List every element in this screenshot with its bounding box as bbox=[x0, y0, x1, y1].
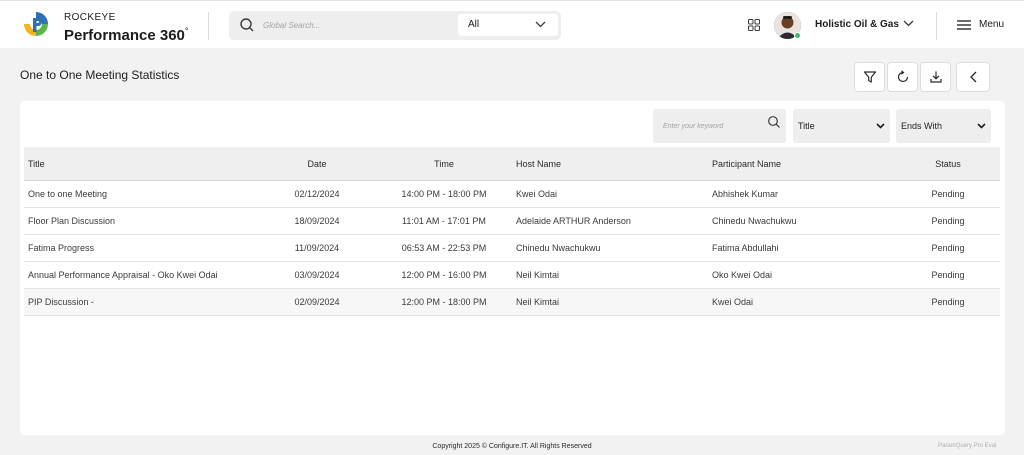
chevron-down-icon bbox=[876, 123, 885, 129]
table-header: Title Date Time Host Name Participant Na… bbox=[24, 147, 1000, 181]
cell-host-name: Kwei Odai bbox=[516, 189, 558, 199]
filter-button[interactable] bbox=[854, 62, 885, 92]
cell-status: Pending bbox=[931, 216, 965, 226]
back-button[interactable] bbox=[956, 62, 990, 92]
cell-participant-name: Abhishek Kumar bbox=[712, 189, 779, 199]
cell-date: 11/09/2024 bbox=[294, 243, 340, 253]
search-scope-select[interactable]: All bbox=[458, 14, 558, 36]
column-header-date[interactable]: Date bbox=[267, 147, 367, 180]
download-icon bbox=[930, 71, 942, 83]
cell-title: PIP Discussion - bbox=[28, 297, 94, 307]
filter-operator-select[interactable]: Ends With bbox=[896, 109, 991, 143]
download-button[interactable] bbox=[920, 62, 951, 92]
cell-title: Floor Plan Discussion bbox=[28, 216, 116, 226]
cell-time: 06:53 AM - 22:53 PM bbox=[401, 243, 487, 253]
cell-participant-name: Kwei Odai bbox=[712, 297, 754, 307]
cell-participant-name: Oko Kwei Odai bbox=[712, 270, 773, 280]
hamburger-icon bbox=[957, 20, 971, 30]
search-icon[interactable] bbox=[767, 115, 781, 129]
menu-label: Menu bbox=[979, 19, 1005, 30]
apps-grid-icon[interactable] bbox=[748, 19, 760, 31]
cell-host-name: Adelaide ARTHUR Anderson bbox=[516, 216, 631, 226]
cell-time: 12:00 PM - 16:00 PM bbox=[401, 270, 487, 280]
table-row[interactable]: PIP Discussion - 02/09/2024 12:00 PM - 1… bbox=[24, 289, 1000, 316]
footer-copyright: Copyright 2025 © Configure.IT. All Right… bbox=[432, 443, 592, 450]
table-row[interactable]: Fatima Progress 11/09/2024 06:53 AM - 22… bbox=[24, 235, 1000, 262]
rockeye-logo-icon[interactable] bbox=[22, 10, 50, 38]
cell-status: Pending bbox=[931, 270, 965, 280]
top-header: ROCKEYE Performance 360° All Holistic Oi… bbox=[0, 0, 1024, 48]
filter-icon bbox=[863, 71, 877, 83]
column-header-status[interactable]: Status bbox=[917, 147, 979, 180]
cell-title: One to one Meeting bbox=[28, 189, 108, 199]
brand: ROCKEYE Performance 360° bbox=[64, 12, 189, 44]
column-header-host-name[interactable]: Host Name bbox=[516, 147, 701, 180]
search-scope-value: All bbox=[468, 19, 480, 30]
meetings-card: Title Ends With Title Date Time Host Nam… bbox=[20, 101, 1005, 435]
cell-status: Pending bbox=[931, 189, 965, 199]
header-divider bbox=[936, 12, 937, 40]
cell-status: Pending bbox=[931, 297, 965, 307]
cell-date: 02/09/2024 bbox=[294, 297, 340, 307]
filter-operator-value: Ends With bbox=[901, 121, 943, 131]
cell-host-name: Neil Kimtai bbox=[516, 270, 560, 280]
header-divider bbox=[208, 12, 209, 40]
chevron-down-icon bbox=[535, 21, 546, 28]
filter-field-value: Title bbox=[798, 121, 815, 131]
refresh-button[interactable] bbox=[887, 62, 918, 92]
brand-main-text: Performance 360 bbox=[64, 27, 185, 44]
brand-suffix: ° bbox=[184, 26, 189, 36]
cell-date: 02/12/2024 bbox=[294, 189, 340, 199]
chevron-down-icon bbox=[977, 123, 986, 129]
table-row[interactable]: Annual Performance Appraisal - Oko Kwei … bbox=[24, 262, 1000, 289]
table-row[interactable]: Floor Plan Discussion 18/09/2024 11:01 A… bbox=[24, 208, 1000, 235]
cell-time: 12:00 PM - 18:00 PM bbox=[401, 297, 487, 307]
cell-date: 18/09/2024 bbox=[294, 216, 340, 226]
cell-host-name: Chinedu Nwachukwu bbox=[516, 243, 601, 253]
keyword-input[interactable] bbox=[663, 119, 763, 134]
online-status-dot bbox=[794, 32, 801, 39]
brand-top: ROCKEYE bbox=[64, 12, 116, 23]
search-icon[interactable] bbox=[239, 17, 255, 33]
cell-title: Fatima Progress bbox=[28, 243, 95, 253]
cell-participant-name: Chinedu Nwachukwu bbox=[712, 216, 797, 226]
cell-host-name: Neil Kimtai bbox=[516, 297, 560, 307]
column-header-time[interactable]: Time bbox=[394, 147, 494, 180]
keyword-search-box bbox=[653, 109, 786, 143]
table-row[interactable]: One to one Meeting 02/12/2024 14:00 PM -… bbox=[24, 181, 1000, 208]
page-title: One to One Meeting Statistics bbox=[20, 68, 180, 82]
cell-status: Pending bbox=[931, 243, 965, 253]
cell-date: 03/09/2024 bbox=[294, 270, 340, 280]
refresh-icon bbox=[897, 70, 909, 83]
cell-time: 14:00 PM - 18:00 PM bbox=[401, 189, 487, 199]
column-header-title[interactable]: Title bbox=[28, 147, 268, 180]
cell-title: Annual Performance Appraisal - Oko Kwei … bbox=[28, 270, 218, 280]
paramquery-tag: ParamQuery Pro Eval bbox=[938, 443, 997, 449]
column-header-participant-name[interactable]: Participant Name bbox=[712, 147, 902, 180]
global-search-input[interactable] bbox=[263, 17, 448, 34]
back-icon bbox=[970, 71, 977, 83]
chevron-down-icon[interactable] bbox=[903, 20, 914, 27]
organization-name[interactable]: Holistic Oil & Gas bbox=[815, 19, 899, 30]
filter-field-select[interactable]: Title bbox=[793, 109, 890, 143]
brand-main: Performance 360° bbox=[64, 23, 189, 44]
cell-participant-name: Fatima Abdullahi bbox=[712, 243, 779, 253]
menu-button[interactable]: Menu bbox=[957, 18, 1024, 34]
meetings-table: Title Date Time Host Name Participant Na… bbox=[24, 147, 1000, 316]
cell-time: 11:01 AM - 17:01 PM bbox=[402, 216, 486, 226]
